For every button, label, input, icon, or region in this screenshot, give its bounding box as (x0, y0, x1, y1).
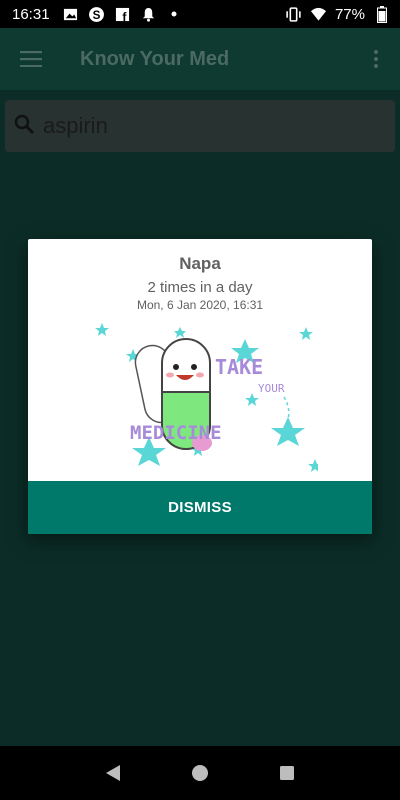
status-right: 77% (285, 5, 390, 23)
recents-icon[interactable] (267, 753, 307, 793)
notification-icons: S f (62, 6, 183, 23)
battery-percent: 77% (334, 5, 365, 23)
reminder-time: Mon, 6 Jan 2020, 16:31 (136, 298, 264, 312)
status-time: 16:31 (12, 5, 50, 23)
illus-text-take: TAKE (215, 355, 263, 379)
star-icon (95, 323, 109, 336)
more-vert-icon[interactable] (352, 28, 400, 90)
star-icon (245, 393, 259, 406)
star-icon (299, 327, 313, 340)
status-bar: 16:31 S f 77% (0, 0, 400, 28)
wifi-icon (310, 6, 327, 23)
back-icon[interactable] (93, 753, 133, 793)
nav-bar (0, 746, 400, 800)
app-bar: Know Your Med (0, 28, 400, 90)
medicine-name: Napa (179, 254, 221, 273)
svg-text:S: S (92, 8, 100, 21)
take-your-medicine-illustration: TAKE YOUR MEDICINE (88, 317, 322, 482)
illus-text-your: YOUR (258, 382, 285, 395)
skype-icon: S (88, 6, 105, 23)
search-value: aspirin (43, 113, 108, 138)
battery-icon (373, 5, 390, 23)
vibrate-icon (285, 6, 302, 23)
dot-icon (166, 6, 183, 23)
dose-frequency: 2 times in a day (147, 279, 253, 296)
bell-icon (140, 6, 157, 23)
dismiss-button[interactable]: DISMISS (28, 481, 372, 534)
search-input[interactable]: aspirin (5, 100, 395, 152)
app-title: Know Your Med (80, 47, 230, 70)
home-icon[interactable] (180, 753, 220, 793)
illus-text-medicine: MEDICINE (130, 422, 222, 444)
star-icon (308, 459, 322, 472)
facebook-icon: f (114, 6, 131, 23)
reminder-dialog: Napa 2 times in a day Mon, 6 Jan 2020, 1… (28, 239, 372, 534)
hamburger-menu-icon[interactable] (0, 28, 62, 90)
search-icon (13, 113, 35, 140)
star-icon (174, 327, 186, 338)
image-icon (62, 6, 79, 23)
